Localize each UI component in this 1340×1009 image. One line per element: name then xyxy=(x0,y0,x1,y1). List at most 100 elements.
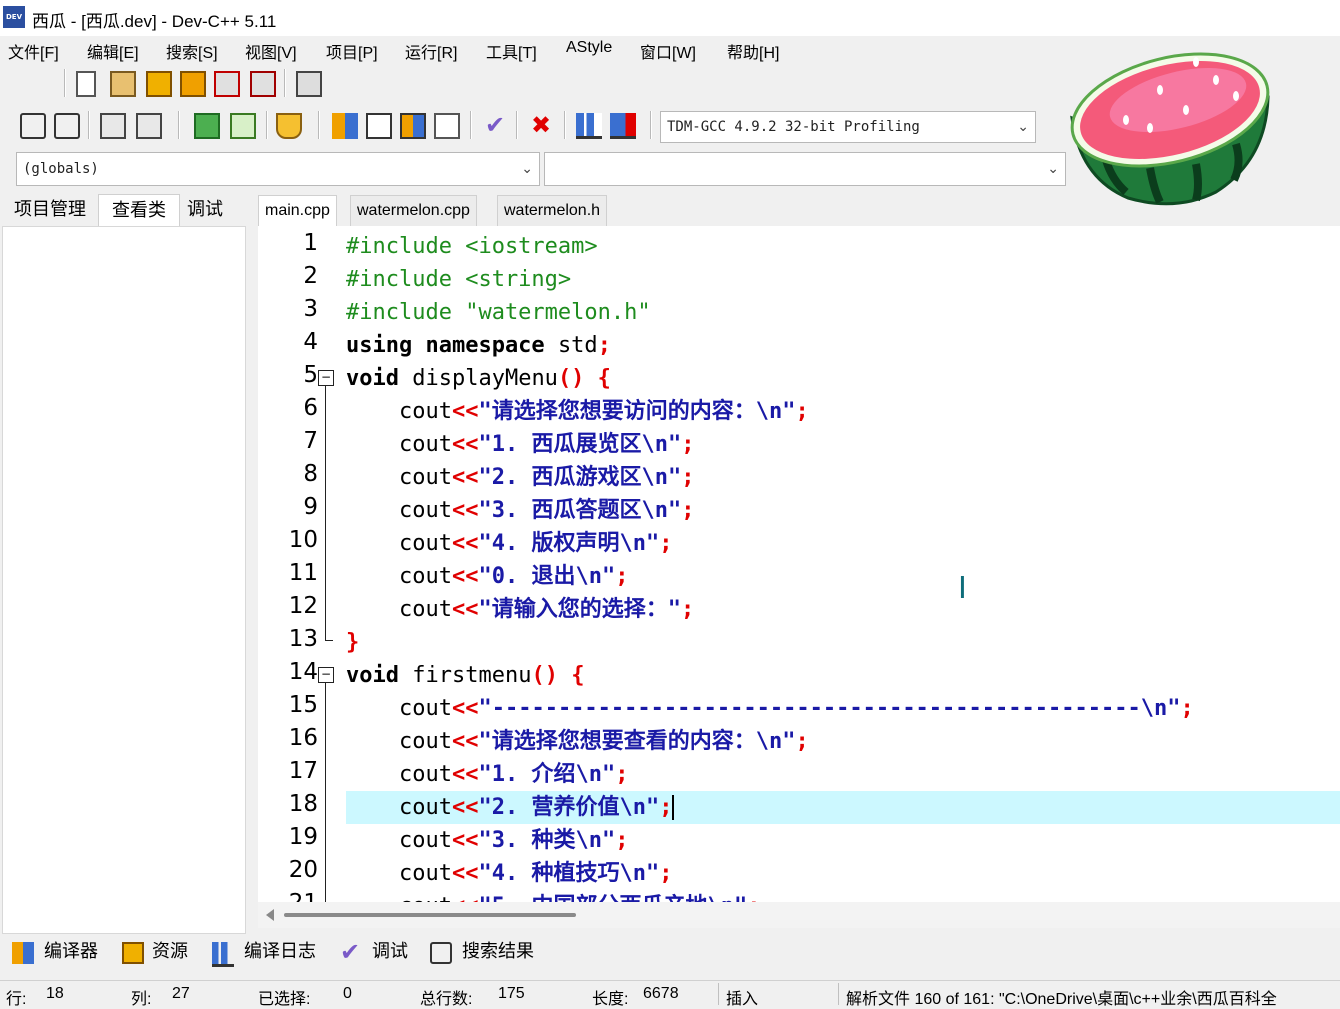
fold-line xyxy=(325,386,326,640)
class-select[interactable]: (globals) ⌄ xyxy=(16,152,540,186)
tab-search-results[interactable]: 搜索结果 xyxy=(462,936,534,968)
menu-run[interactable]: 运行[R] xyxy=(405,39,457,63)
tab-project[interactable]: 项目管理 xyxy=(4,194,96,226)
tab-compile-log[interactable]: 编译日志 xyxy=(244,936,316,968)
menu-edit[interactable]: 编辑[E] xyxy=(87,39,139,63)
save-all-icon[interactable] xyxy=(180,71,206,97)
toggle-comment-icon[interactable] xyxy=(276,113,302,139)
new-file-icon[interactable] xyxy=(76,71,96,97)
watermelon-logo-icon xyxy=(1070,52,1270,206)
menu-window[interactable]: 窗口[W] xyxy=(640,39,696,63)
tab-resources[interactable]: 资源 xyxy=(152,936,188,968)
close-file-icon[interactable] xyxy=(214,71,240,97)
line-number: 2 xyxy=(303,263,318,289)
tab-debug-output[interactable]: 调试 xyxy=(372,936,408,968)
status-len: 6678 xyxy=(643,985,679,1002)
rebuild-icon[interactable] xyxy=(434,113,460,139)
code-line: cout<<"0. 退出\n"; xyxy=(398,564,629,589)
code-line: cout<<"请输入您的选择："; xyxy=(398,597,695,622)
save-icon[interactable] xyxy=(146,71,172,97)
profile-icon[interactable] xyxy=(576,113,602,139)
tab-compiler[interactable]: 编译器 xyxy=(44,936,98,968)
code-line: cout<<"1. 介绍\n"; xyxy=(398,762,629,787)
tab-classes[interactable]: 查看类 xyxy=(98,194,180,227)
code-line: cout<<"3. 种类\n"; xyxy=(398,828,629,853)
replace-icon[interactable] xyxy=(54,113,80,139)
menu-file[interactable]: 文件[F] xyxy=(8,39,59,63)
resource-icon xyxy=(122,942,144,964)
code-editor[interactable]: − − #include <iostream> #include <string… xyxy=(258,226,1340,902)
left-panel-tabs: 项目管理 查看类 调试 xyxy=(0,192,246,228)
delete-profile-icon[interactable] xyxy=(610,113,636,139)
compiler-select-value: TDM-GCC 4.9.2 32-bit Profiling xyxy=(667,119,920,135)
status-total-label: 总行数: xyxy=(420,991,473,1008)
status-sel-label: 已选择: xyxy=(258,991,311,1008)
status-bar: 行: 18 列: 27 已选择: 0 总行数: 175 长度: 6678 插入 … xyxy=(0,980,1340,1008)
line-number: 17 xyxy=(288,758,318,784)
class-select-value: (globals) xyxy=(23,161,99,177)
scroll-left-icon[interactable] xyxy=(266,909,274,921)
run-icon[interactable] xyxy=(366,113,392,139)
tab-watermelon-cpp[interactable]: watermelon.cpp xyxy=(350,195,477,226)
code-line: cout<<"---------------------------------… xyxy=(398,696,1194,721)
compiler-select[interactable]: TDM-GCC 4.9.2 32-bit Profiling ⌄ xyxy=(660,111,1036,143)
code-line: cout<<"请选择您想要访问的内容：\n"; xyxy=(398,399,809,424)
menu-tools[interactable]: 工具[T] xyxy=(486,39,537,63)
window-title: 西瓜 - [西瓜.dev] - Dev-C++ 5.11 xyxy=(32,12,277,31)
debug-check-icon: ✔ xyxy=(340,938,361,966)
status-message: 解析文件 160 of 161: "C:\OneDrive\桌面\c++业余\西… xyxy=(846,991,1277,1008)
chevron-down-icon: ⌄ xyxy=(1017,119,1029,135)
code-line: #include <iostream> xyxy=(346,234,598,259)
menu-help[interactable]: 帮助[H] xyxy=(727,39,779,63)
menu-view[interactable]: 视图[V] xyxy=(245,39,297,63)
bookmark-icon[interactable] xyxy=(230,113,256,139)
goto-icon[interactable] xyxy=(194,113,220,139)
compile-run-icon[interactable] xyxy=(400,113,426,139)
status-row: 18 xyxy=(46,985,64,1002)
menu-project[interactable]: 项目[P] xyxy=(326,39,378,63)
fold-minus-icon[interactable]: − xyxy=(318,370,334,386)
fold-end xyxy=(325,640,333,641)
scroll-thumb[interactable] xyxy=(284,913,576,917)
line-number: 18 xyxy=(288,791,318,817)
tab-debug[interactable]: 调试 xyxy=(180,194,230,226)
code-line: cout<<"3. 西瓜答题区\n"; xyxy=(398,498,695,523)
status-row-label: 行: xyxy=(6,991,27,1008)
line-number: 14 xyxy=(288,659,318,685)
line-number: 6 xyxy=(303,395,318,421)
horizontal-scrollbar[interactable] xyxy=(258,902,1340,928)
code-line: cout<<"1. 西瓜展览区\n"; xyxy=(398,432,695,457)
menu-search[interactable]: 搜索[S] xyxy=(166,39,218,63)
code-line: } xyxy=(346,630,360,655)
line-number: 10 xyxy=(288,527,318,553)
code-line: void firstmenu() { xyxy=(346,663,585,688)
toolbar-main: ✔ ✖ TDM-GCC 4.9.2 32-bit Profiling ⌄ xyxy=(0,106,1060,146)
print-icon[interactable] xyxy=(296,71,322,97)
line-number: 4 xyxy=(303,329,318,355)
line-number: 16 xyxy=(288,725,318,751)
close-all-icon[interactable] xyxy=(250,71,276,97)
fold-line xyxy=(325,683,326,902)
member-select[interactable]: ⌄ xyxy=(544,152,1066,186)
find-icon[interactable] xyxy=(20,113,46,139)
code-line: void displayMenu() { xyxy=(346,366,611,391)
code-line: cout<<"4. 版权声明\n"; xyxy=(398,531,673,556)
compile-icon[interactable] xyxy=(332,113,358,139)
class-browser-panel[interactable] xyxy=(2,226,246,934)
status-total: 175 xyxy=(498,985,525,1002)
indent-icon[interactable] xyxy=(100,113,126,139)
tab-main-cpp[interactable]: main.cpp xyxy=(258,195,337,226)
fold-minus-icon[interactable]: − xyxy=(318,667,334,683)
unindent-icon[interactable] xyxy=(136,113,162,139)
menu-astyle[interactable]: AStyle xyxy=(566,39,612,57)
line-number: 21 xyxy=(258,890,318,902)
check-syntax-icon[interactable]: ✔ xyxy=(482,113,508,139)
text-cursor-icon: Ⅰ xyxy=(958,571,967,606)
line-number: 5 xyxy=(303,362,318,388)
compile-log-icon xyxy=(212,942,234,967)
open-file-icon[interactable] xyxy=(110,71,136,97)
tab-watermelon-h[interactable]: watermelon.h xyxy=(497,195,608,226)
bottom-panel-tabs: 编译器 资源 编译日志 ✔ 调试 搜索结果 xyxy=(0,934,1340,970)
status-col: 27 xyxy=(172,985,190,1002)
stop-icon[interactable]: ✖ xyxy=(528,113,554,139)
